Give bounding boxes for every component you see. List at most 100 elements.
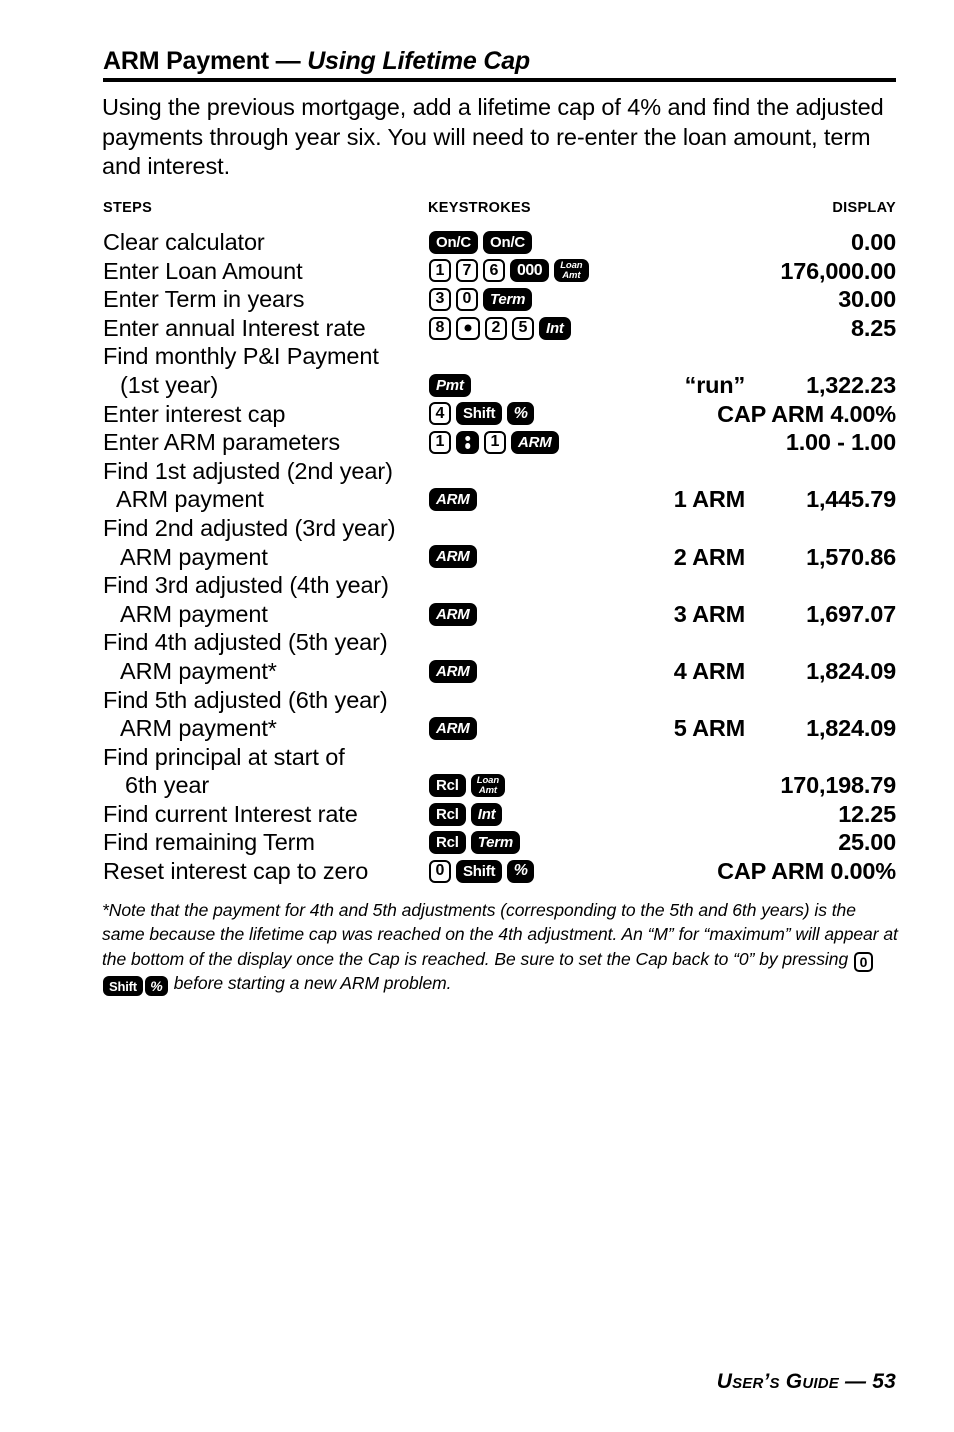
- table-row: Enter annual Interest rate 8 2 5 Int 8.25: [103, 314, 896, 343]
- step-label: 6th year: [125, 772, 210, 799]
- document-page: ARM Payment — Using Lifetime Cap Using t…: [0, 0, 954, 1432]
- step-label: Enter annual Interest rate: [103, 314, 366, 341]
- page-footer: User’s Guide — 53: [717, 1370, 896, 1394]
- key-colon-icon: [456, 430, 479, 454]
- key-term-icon: Term: [470, 831, 521, 855]
- keystroke-sequence: ARM: [429, 657, 477, 686]
- display-value: CAP ARM 0.00%: [717, 858, 896, 885]
- footer-guide-label: User’s Guide —: [716, 1370, 873, 1393]
- table-row: Find 3rd adjusted (4th year): [103, 571, 896, 600]
- key-term-icon: Term: [483, 287, 533, 311]
- table-row: Enter ARM parameters 1 1 ARM 1.00 - 1.00: [103, 428, 896, 457]
- step-label: Enter interest cap: [103, 400, 286, 427]
- key-arm-icon: ARM: [429, 602, 477, 626]
- column-header-steps: STEPS: [103, 200, 153, 216]
- key-pmt-icon: Pmt: [429, 373, 471, 397]
- display-value: 2 ARM 1,570.86: [674, 543, 896, 572]
- display-tag: 4 ARM: [673, 657, 745, 684]
- keystroke-sequence: 1 1 ARM: [429, 428, 559, 457]
- step-label: Find current Interest rate: [103, 800, 358, 827]
- keystroke-sequence: Rcl Loan Amt: [429, 771, 506, 800]
- key-shift-icon: Shift: [456, 402, 503, 426]
- key-rcl-icon: Rcl: [429, 831, 466, 855]
- keystroke-sequence: Rcl Term: [429, 828, 521, 857]
- key-decimal-point-icon: [456, 316, 480, 340]
- table-row: 6th year Rcl Loan Amt 170,198.79: [103, 771, 896, 800]
- steps-table: Clear calculator On/C On/C 0.00 Enter Loan A…: [103, 228, 896, 886]
- display-value: “run” 1,322.23: [685, 371, 897, 400]
- display-number: 1,824.09: [806, 715, 896, 742]
- step-label: Find remaining Term: [103, 829, 315, 856]
- table-row: Find 2nd adjusted (3rd year): [103, 514, 896, 543]
- display-value: 1.00 - 1.00: [785, 429, 896, 456]
- step-label: Find 1st adjusted (2nd year): [103, 457, 393, 484]
- step-label: (1st year): [120, 371, 219, 398]
- display-value: 176,000.00: [780, 257, 896, 284]
- key-shift-icon: Shift: [456, 859, 503, 883]
- key-percent-icon: %: [507, 402, 535, 426]
- footnote-text-part2: before starting a new ARM problem.: [168, 972, 452, 993]
- table-row: Enter interest cap 4 Shift% CAP ARM 4.00%: [103, 400, 896, 429]
- key-int-icon: Int: [539, 316, 571, 340]
- table-row: Find monthly P&I Payment: [103, 342, 896, 371]
- key-0-icon: 0: [429, 859, 451, 883]
- column-header-keystrokes: KEYSTROKES: [428, 200, 531, 216]
- keystroke-sequence: 3 0 Term: [429, 285, 533, 314]
- display-value: CAP ARM 4.00%: [717, 400, 896, 427]
- page-title-main: ARM Payment —: [103, 47, 308, 75]
- display-tag: 2 ARM: [673, 543, 745, 570]
- keystroke-sequence: ARM: [429, 485, 477, 514]
- step-label: Enter Term in years: [103, 286, 305, 313]
- display-number: 1,322.23: [806, 371, 896, 398]
- key-1-icon: 1: [429, 259, 451, 283]
- key-on-c-icon: On/C: [483, 230, 533, 254]
- intro-paragraph: Using the previous mortgage, add a lifet…: [102, 94, 884, 179]
- keystroke-sequence: ARM: [429, 543, 477, 572]
- key-loan-amt-line2: Amt: [478, 784, 497, 796]
- step-label: Enter ARM parameters: [103, 429, 341, 456]
- display-value: 5 ARM 1,824.09: [674, 714, 896, 743]
- footnote: *Note that the payment for 4th and 5th a…: [102, 898, 899, 997]
- keystroke-sequence: 0 Shift%: [429, 857, 535, 886]
- key-8-icon: 8: [429, 316, 451, 340]
- table-row: Reset interest cap to zero 0 Shift% CAP ARM…: [103, 857, 896, 886]
- footer-page-number: 53: [872, 1370, 896, 1393]
- key-shift-icon: Shift: [103, 976, 143, 997]
- key-percent-icon: %: [144, 976, 168, 997]
- key-arm-icon: ARM: [429, 659, 477, 683]
- key-arm-icon: ARM: [429, 545, 477, 569]
- table-row: (1st year) Pmt “run” 1,322.23: [103, 371, 896, 400]
- table-row: ARM payment* ARM 5 ARM 1,824.09: [103, 714, 896, 743]
- display-value: 3 ARM 1,697.07: [674, 600, 896, 629]
- step-label: Find monthly P&I Payment: [103, 343, 379, 370]
- page-title-emphasis: Using Lifetime Cap: [307, 47, 531, 75]
- display-number: 1,824.09: [806, 657, 896, 684]
- key-rcl-icon: Rcl: [429, 802, 466, 826]
- step-label: Enter Loan Amount: [103, 257, 303, 284]
- step-label: ARM payment*: [120, 657, 277, 684]
- display-number: 1,697.07: [806, 600, 896, 627]
- step-label: Reset interest cap to zero: [103, 858, 369, 885]
- step-label: ARM payment: [116, 486, 264, 513]
- step-label: ARM payment: [120, 600, 268, 627]
- key-arm-icon: ARM: [429, 488, 477, 512]
- key-3-icon: 3: [429, 287, 451, 311]
- display-value: 8.25: [851, 314, 896, 341]
- table-column-headers: STEPS KEYSTROKES DISPLAY: [103, 200, 896, 218]
- table-row: Clear calculator On/C On/C 0.00: [103, 228, 896, 257]
- key-loan-amt-icon: Loan Amt: [554, 259, 589, 283]
- display-number: 1,570.86: [806, 543, 896, 570]
- step-label: Find 5th adjusted (6th year): [103, 686, 388, 713]
- display-tag: 3 ARM: [673, 600, 745, 627]
- keystroke-sequence: Pmt: [429, 371, 471, 400]
- step-label: Find 3rd adjusted (4th year): [103, 572, 389, 599]
- key-5-icon: 5: [512, 316, 534, 340]
- key-0-icon: 0: [853, 951, 873, 972]
- page-title: ARM Payment — Using Lifetime Cap: [103, 46, 896, 76]
- step-label: ARM payment: [120, 543, 268, 570]
- table-row: Enter Term in years 3 0 Term 30.00: [103, 285, 896, 314]
- keystroke-sequence: ARM: [429, 600, 477, 629]
- key-loan-amt-icon: Loan Amt: [470, 774, 506, 798]
- key-0-icon: 0: [456, 287, 478, 311]
- key-4-icon: 4: [429, 402, 451, 426]
